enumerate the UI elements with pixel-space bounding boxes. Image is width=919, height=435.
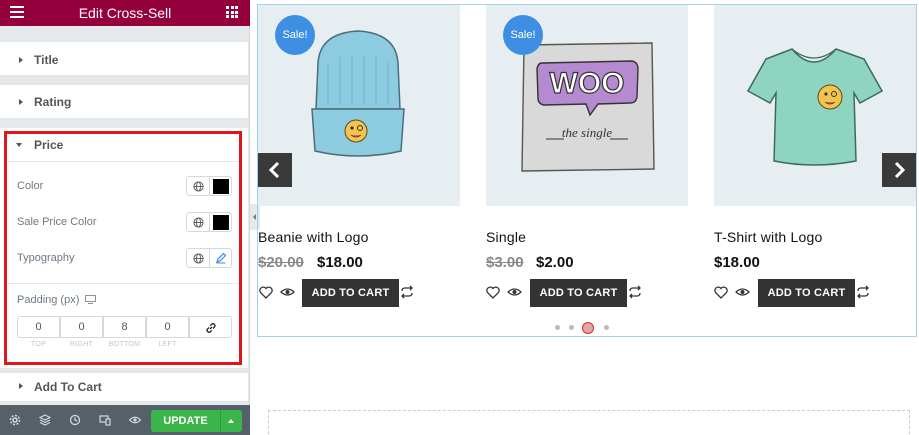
history-icon[interactable] bbox=[69, 414, 81, 426]
add-to-cart-button[interactable]: ADD TO CART bbox=[758, 279, 855, 307]
quick-view-eye-icon[interactable] bbox=[735, 287, 750, 297]
panel-header: Edit Cross-Sell bbox=[0, 0, 250, 26]
compare-icon[interactable] bbox=[856, 285, 870, 299]
responsive-icon[interactable] bbox=[99, 414, 111, 426]
sale-price: $2.00 bbox=[536, 254, 574, 271]
section-rating[interactable]: Rating bbox=[0, 85, 248, 118]
chevron-left-icon bbox=[268, 161, 280, 179]
preview-eye-icon[interactable] bbox=[129, 414, 141, 426]
add-to-cart-button[interactable]: ADD TO CART bbox=[530, 279, 627, 307]
carousel-dot[interactable] bbox=[569, 325, 574, 330]
quick-view-eye-icon[interactable] bbox=[280, 287, 295, 297]
regular-price: $20.00 bbox=[258, 254, 304, 271]
layers-icon[interactable] bbox=[39, 414, 51, 426]
compare-icon[interactable] bbox=[400, 285, 414, 299]
section-add-to-cart[interactable]: Add To Cart bbox=[0, 373, 248, 401]
quick-view-eye-icon[interactable] bbox=[507, 287, 522, 297]
section-add-to-cart-label: Add To Cart bbox=[34, 380, 102, 394]
update-button[interactable]: UPDATE bbox=[151, 410, 220, 432]
poster-caption: the single bbox=[562, 125, 612, 140]
sale-badge: Sale! bbox=[503, 15, 543, 55]
compare-icon[interactable] bbox=[628, 285, 642, 299]
regular-price: $3.00 bbox=[486, 254, 524, 271]
carousel-prev-button[interactable] bbox=[258, 153, 292, 187]
price: $18.00 bbox=[714, 254, 760, 271]
section-title[interactable]: Title bbox=[0, 42, 248, 75]
chevron-right-icon bbox=[894, 161, 906, 179]
widgets-grid-icon[interactable] bbox=[226, 6, 238, 18]
wishlist-heart-icon[interactable] bbox=[486, 286, 500, 299]
panel-title: Edit Cross-Sell bbox=[78, 5, 172, 21]
section-rating-label: Rating bbox=[34, 95, 72, 109]
product-name[interactable]: T-Shirt with Logo bbox=[714, 229, 822, 245]
wishlist-heart-icon[interactable] bbox=[259, 286, 273, 299]
caret-right-icon bbox=[19, 57, 23, 63]
carousel-dot[interactable] bbox=[604, 325, 609, 330]
product-name[interactable]: Single bbox=[486, 229, 526, 245]
price-section-highlight bbox=[4, 131, 242, 365]
sale-badge: Sale! bbox=[275, 15, 315, 55]
settings-icon[interactable] bbox=[9, 414, 21, 426]
caret-right-icon bbox=[19, 383, 23, 389]
update-options-button[interactable] bbox=[220, 410, 242, 432]
cross-sell-carousel: Sale! Beanie with Logo $20.00 $18.00 ADD… bbox=[257, 4, 917, 337]
caret-up-icon bbox=[228, 419, 234, 423]
chevron-left-icon bbox=[253, 214, 256, 220]
caret-right-icon bbox=[19, 99, 23, 105]
sale-price: $18.00 bbox=[317, 254, 363, 271]
add-section-dropzone[interactable] bbox=[268, 410, 910, 435]
add-to-cart-button[interactable]: ADD TO CART bbox=[302, 279, 399, 307]
section-title-label: Title bbox=[34, 53, 59, 67]
carousel-next-button[interactable] bbox=[882, 153, 916, 187]
carousel-dot-active[interactable] bbox=[582, 321, 594, 334]
wishlist-heart-icon[interactable] bbox=[714, 286, 728, 299]
product-name[interactable]: Beanie with Logo bbox=[258, 229, 369, 245]
carousel-dot[interactable] bbox=[555, 325, 560, 330]
woo-logo-text: WOO bbox=[550, 67, 625, 100]
